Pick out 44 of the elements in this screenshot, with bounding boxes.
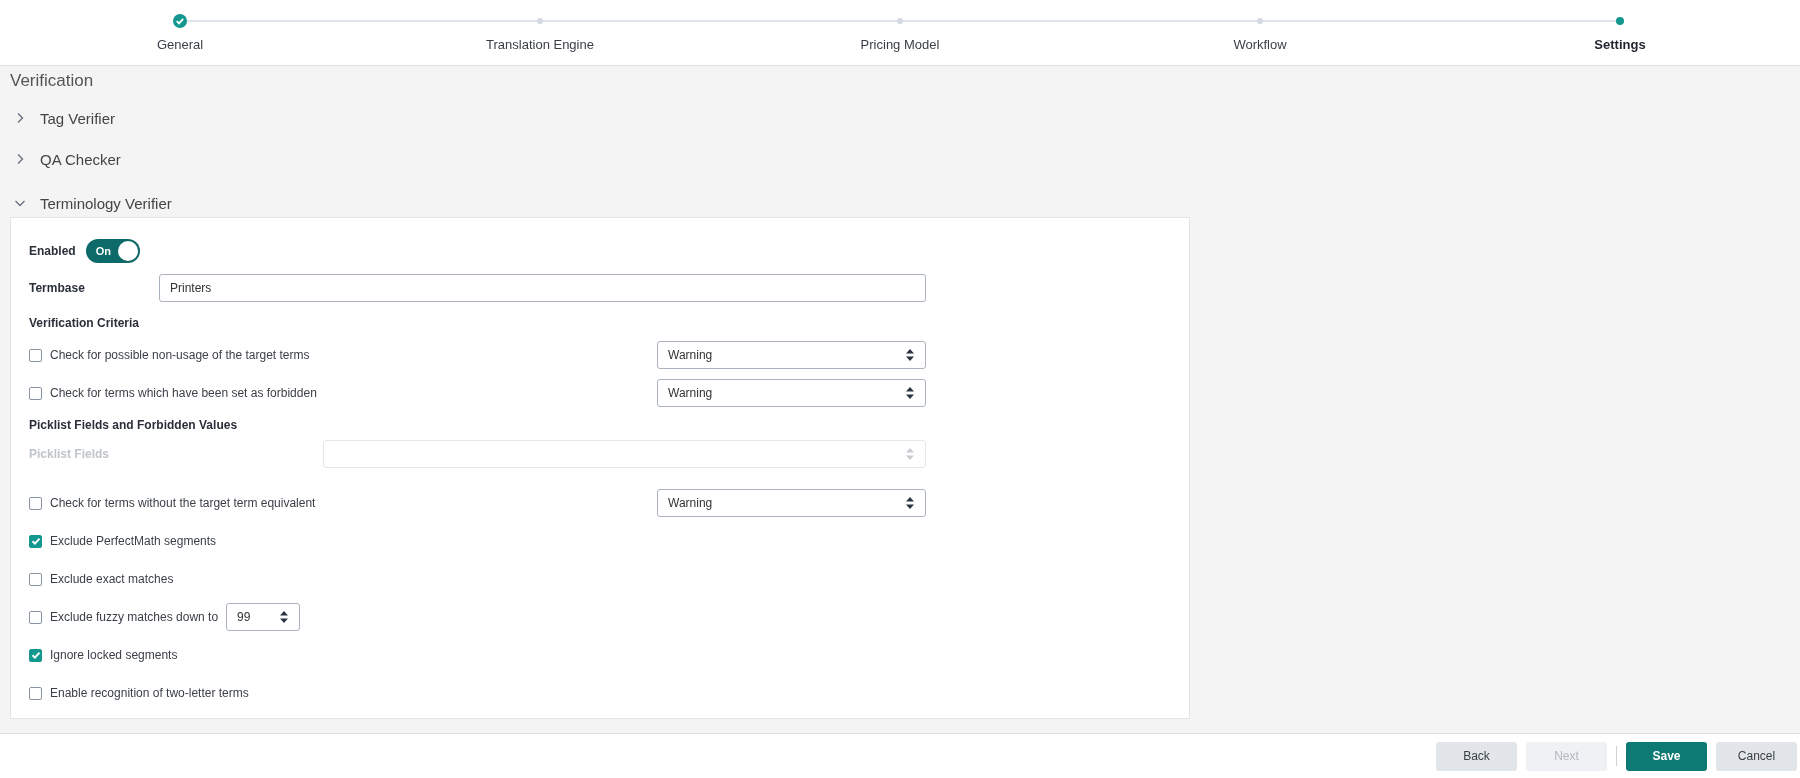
checkbox[interactable] <box>29 610 42 624</box>
checkbox-label: Exclude fuzzy matches down to <box>50 610 219 624</box>
checkbox[interactable] <box>29 648 42 662</box>
up-down-arrows-icon <box>905 496 915 510</box>
checkbox-label: Ignore locked segments <box>50 648 178 662</box>
field-label: Termbase <box>29 281 86 295</box>
footer-button[interactable]: Back <box>1436 741 1517 771</box>
accordion-header[interactable]: Tag Verifier <box>10 99 1800 137</box>
accordion-header[interactable]: Terminology Verifier <box>10 181 1800 225</box>
checkbox[interactable] <box>29 496 42 510</box>
group-heading: Picklist Fields and Forbidden Values <box>29 418 238 432</box>
step-tab[interactable]: Workflow <box>1233 37 1287 52</box>
field-label: Enabled <box>29 244 76 258</box>
severity-select[interactable]: Warning <box>657 379 926 407</box>
checkbox-label: Check for terms without the target term equivalent <box>50 496 317 510</box>
checkbox[interactable] <box>29 534 42 548</box>
checkbox[interactable] <box>29 386 42 400</box>
group-heading: Verification Criteria <box>29 316 140 330</box>
step-tab[interactable]: Translation Engine <box>486 37 594 52</box>
field-label: Picklist Fields <box>29 447 111 461</box>
checkbox-label: Check for possible non-usage of the target terms <box>50 348 311 362</box>
up-down-arrows-icon <box>905 348 915 362</box>
toggle-switch[interactable]: On <box>85 239 140 263</box>
checkbox-label: Exclude exact matches <box>50 572 174 586</box>
step-tab[interactable]: Pricing Model <box>860 37 940 52</box>
severity-select[interactable]: Warning <box>657 341 926 369</box>
step-tab[interactable]: Settings <box>1594 37 1646 52</box>
checkbox-label: Enable recognition of two-letter terms <box>50 686 249 700</box>
checkbox[interactable] <box>29 348 42 362</box>
checkbox[interactable] <box>29 686 42 700</box>
termbase-field[interactable]: Printers <box>159 274 926 302</box>
number-spinner[interactable]: 99 <box>226 603 301 631</box>
checkbox-label: Exclude PerfectMath segments <box>50 534 217 548</box>
step-tab[interactable]: General <box>156 37 204 52</box>
severity-select[interactable]: Warning <box>657 489 926 517</box>
up-down-arrows-icon <box>905 447 915 461</box>
footer-button[interactable]: Cancel <box>1716 741 1797 771</box>
accordion-header[interactable]: QA Checker <box>10 137 1800 181</box>
footer-button[interactable]: Save <box>1626 741 1707 771</box>
up-down-arrows-icon <box>905 386 915 400</box>
section-title: Verification <box>10 71 95 92</box>
up-down-arrows-icon <box>279 610 290 624</box>
checkbox-label: Check for terms which have been set as forbidden <box>50 386 318 400</box>
checkbox[interactable] <box>29 572 42 586</box>
